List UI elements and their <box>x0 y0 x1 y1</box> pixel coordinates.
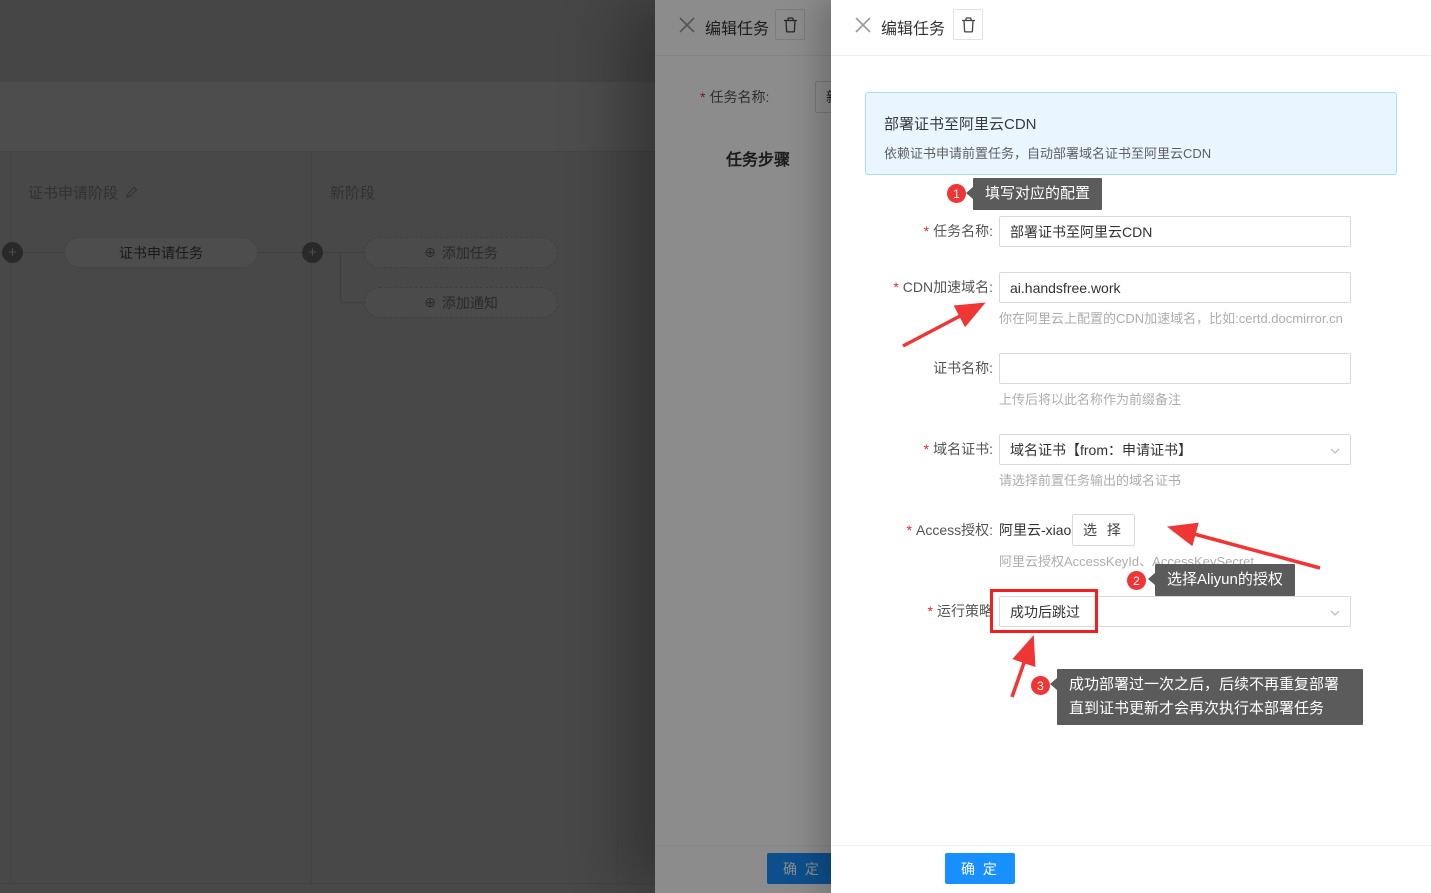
annotation-tooltip-3: 成功部署过一次之后，后续不再重复部署直到证书更新才会再次执行本部署任务 <box>1057 669 1363 725</box>
access-label: Access授权: <box>907 515 993 546</box>
plugin-info-box: 部署证书至阿里云CDN 依赖证书申请前置任务，自动部署域名证书至阿里云CDN <box>865 92 1397 175</box>
domain-cert-value: 域名证书【from：申请证书】 <box>1010 440 1192 460</box>
domain-cert-select[interactable]: 域名证书【from：申请证书】 <box>999 434 1351 465</box>
cdn-domain-hint: 你在阿里云上配置的CDN加速域名，比如:certd.docmirror.cn <box>999 308 1343 327</box>
drawer-title: 编辑任务 <box>881 15 945 39</box>
annotation-arrow-1 <box>903 305 981 346</box>
annotation-highlight-rect <box>990 589 1098 633</box>
edit-task-drawer: 编辑任务 部署证书至阿里云CDN 依赖证书申请前置任务，自动部署域名证书至阿里云… <box>831 0 1431 893</box>
cert-name-label: 证书名称: <box>933 353 993 384</box>
drawer-footer: 确 定 <box>831 845 1431 893</box>
cert-name-hint: 上传后将以此名称作为前缀备注 <box>999 389 1181 408</box>
access-value: 阿里云-xiao <box>999 515 1071 546</box>
task-name-input[interactable] <box>999 216 1351 247</box>
chevron-down-icon <box>1329 607 1341 619</box>
close-icon[interactable] <box>854 16 872 34</box>
annotation-arrow-3 <box>1012 640 1032 697</box>
domain-cert-hint: 请选择前置任务输出的域名证书 <box>999 470 1181 489</box>
annotation-badge-1: 1 <box>947 184 966 203</box>
cdn-domain-label: CDN加速域名: <box>893 272 993 303</box>
annotation-badge-2: 2 <box>1127 571 1146 590</box>
access-choose-button[interactable]: 选 择 <box>1072 514 1135 546</box>
task-name-label: 任务名称: <box>924 216 993 247</box>
plugin-description: 依赖证书申请前置任务，自动部署域名证书至阿里云CDN <box>884 143 1378 162</box>
confirm-button[interactable]: 确 定 <box>945 853 1015 884</box>
annotation-tooltip-1: 填写对应的配置 <box>973 178 1102 210</box>
trash-icon <box>961 17 976 33</box>
strategy-label: 运行策略 <box>928 596 993 627</box>
drawer-header: 编辑任务 <box>831 0 1431 56</box>
domain-cert-label: 域名证书: <box>924 434 993 465</box>
cert-name-input[interactable] <box>999 353 1351 384</box>
delete-task-button[interactable] <box>953 9 983 40</box>
chevron-down-icon <box>1329 445 1341 457</box>
annotation-tooltip-2: 选择Aliyun的授权 <box>1155 564 1295 596</box>
annotation-badge-3: 3 <box>1031 676 1050 695</box>
app-viewport: 证书申请阶段 新阶段 + + 证书申请任务 <box>0 0 1431 893</box>
cdn-domain-input[interactable] <box>999 272 1351 303</box>
plugin-title: 部署证书至阿里云CDN <box>884 113 1378 134</box>
